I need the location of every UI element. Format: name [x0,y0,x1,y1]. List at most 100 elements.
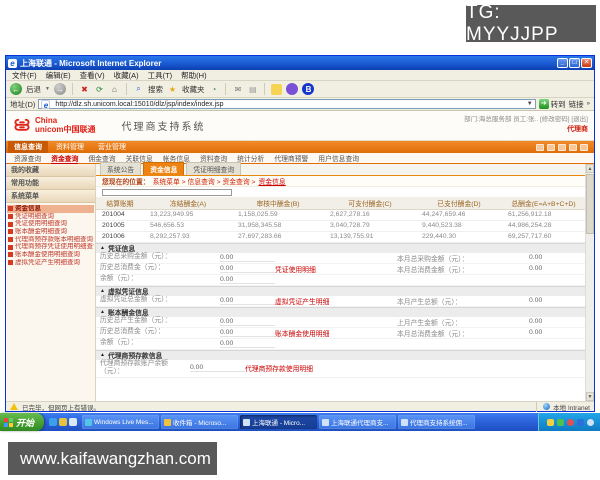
page-error-icon[interactable] [10,403,18,410]
search-label[interactable]: 搜索 [148,84,163,95]
scrollbar[interactable]: ▲ ▼ [585,164,594,401]
forward-icon[interactable]: → [54,83,66,95]
folder-icon[interactable] [271,84,282,95]
sidebar-item-label: 账本酬金使用明细查询 [15,251,80,259]
section-virtual-header[interactable]: ▲ 虚拟凭证信息 [96,286,585,296]
breadcrumb-current[interactable]: 资金信息 [259,176,286,186]
back-label[interactable]: 后退 [26,84,41,95]
virtual-voucher-detail-link[interactable]: 虚拟凭证产生明细 [275,296,397,306]
period-input[interactable] [102,189,232,196]
sidebar-item-ledger-usage[interactable]: 账本酬金使用明细查询 [7,251,94,259]
bluetooth-icon[interactable]: B [302,83,314,95]
nav-quick-icon-5[interactable] [580,144,588,151]
messenger-icon[interactable] [286,83,298,95]
scroll-down-icon[interactable]: ▼ [586,392,594,401]
nav-quick-icon-2[interactable] [547,144,555,151]
start-button[interactable]: 开始 [0,413,44,431]
scroll-thumb[interactable] [586,174,594,234]
nav-tab-business-mgmt[interactable]: 营业管理 [92,141,132,153]
menu-help[interactable]: 帮助(H) [181,70,206,81]
favorites-label[interactable]: 收藏夹 [182,84,205,95]
scroll-up-icon[interactable]: ▲ [586,164,594,173]
menu-file[interactable]: 文件(F) [12,70,37,81]
close-button[interactable]: ✕ [581,58,592,68]
cell: 201006 [96,231,144,242]
subnav-fund-query[interactable]: 资金查询 [51,153,78,164]
nav-quick-icon-4[interactable] [569,144,577,151]
back-icon[interactable]: ← [10,83,22,95]
title-bar[interactable]: e 上海联通 - Microsoft Internet Explorer _ □… [6,56,594,70]
subnav-resource-query[interactable]: 资源查询 [14,153,41,163]
table-row: 201004 13,223,949.95 1,158,025.59 2,627,… [96,209,585,220]
prepaid-usage-detail-link[interactable]: 代理商预存款使用明细 [245,363,581,373]
maximize-button[interactable]: □ [569,58,580,68]
sidebar-item-prepaid-ledger[interactable]: 代理商预存款账本明细查询 [7,236,94,244]
cell: 546,656.53 [144,220,232,231]
tab-fund-info[interactable]: 资金信息 [143,162,184,175]
menu-tools[interactable]: 工具(T) [148,70,173,81]
bullet-icon [8,252,13,257]
quicklaunch-desktop-icon[interactable] [69,418,77,426]
favorites-icon[interactable]: ★ [167,84,178,95]
menu-favorites[interactable]: 收藏(A) [114,70,139,81]
nav-tab-data-mgmt[interactable]: 资料管理 [50,141,90,153]
sidebar-item-voucher-detail[interactable]: 凭证明细查询 [7,213,94,221]
menu-edit[interactable]: 编辑(E) [46,70,71,81]
subnav-agent-warning[interactable]: 代理商预警 [274,153,308,163]
section-voucher-header[interactable]: ▲ 凭证信息 [96,243,585,253]
go-button[interactable]: ➜ 转到 [539,99,566,110]
taskbar-window-shanghai-unicom[interactable]: 上海联通 - Micro... [240,415,317,429]
field-value: 0.00 [529,254,581,261]
taskbar-window-inbox[interactable]: 收件箱 - Microso... [161,415,238,429]
minimize-button[interactable]: _ [557,58,568,68]
sidebar-item-voucher-usage[interactable]: 凭证使用明细查询 [7,220,94,228]
breadcrumb-path[interactable]: 系统菜单 > 信息查询 > 资金查询 > [153,176,256,186]
telegram-watermark: TG: MYYJJPP [466,5,596,42]
address-dropdown-icon[interactable]: ▼ [527,101,533,107]
nav-tab-info-query[interactable]: 信息查询 [8,141,48,153]
menu-view[interactable]: 查看(V) [80,70,105,81]
sidebar-section-favorites[interactable]: 我的收藏 [6,164,95,177]
tray-icon[interactable] [557,419,564,426]
role-label: 代理商 [464,125,588,136]
history-icon[interactable]: ◔ [208,84,219,95]
sidebar-item-prepaid-voucher[interactable]: 代理商预存凭证使用明细查询 [7,243,94,251]
section-ledger-header[interactable]: ▲ 账本酬金信息 [96,307,585,317]
refresh-icon[interactable]: ⟳ [94,84,105,95]
taskbar-window-agent-portal[interactable]: 上海联通代理商支... [319,415,396,429]
ledger-usage-detail-link[interactable]: 账本酬金使用明细 [275,328,397,338]
links-chevron-icon[interactable]: » [587,101,590,107]
tray-icon[interactable] [577,419,584,426]
sidebar-item-ledger-detail[interactable]: 账本酬金明细查询 [7,228,94,236]
sidebar-section-menu[interactable]: 系统菜单 [6,190,95,203]
section-prepaid-header[interactable]: ▲ 代理商预存款信息 [96,350,585,360]
mail-icon[interactable]: ✉ [232,84,243,95]
windows-flag-icon [4,418,13,427]
taskbar-window-live[interactable]: Windows Live Mes... [82,415,159,429]
sidebar-item-virtual-voucher[interactable]: 虚拟凭证产生明细查询 [7,259,94,267]
quicklaunch-ie-icon[interactable] [49,418,57,426]
search-icon[interactable]: ⌕ [133,84,144,95]
quicklaunch-mail-icon[interactable] [59,418,67,426]
tray-icon[interactable] [587,419,594,426]
nav-quick-icon-1[interactable] [536,144,544,151]
back-dropdown-icon[interactable]: ▼ [45,86,50,92]
stop-icon[interactable]: ✖ [79,84,90,95]
field-label: 本月总消费金额（元）： [397,328,529,338]
status-bar: 已完毕，但网页上有错误。 本地 Intranet [6,401,594,411]
subnav-statistics[interactable]: 统计分析 [237,153,264,163]
nav-quick-icon-3[interactable] [558,144,566,151]
home-icon[interactable]: ⌂ [109,84,120,95]
address-input[interactable]: e http://dlz.sh.unicom.local:15010/dlz/j… [38,99,535,109]
voucher-usage-detail-link[interactable]: 凭证使用明细 [275,264,397,274]
links-label[interactable]: 链接 [569,99,584,110]
taskbar-window-agent-system[interactable]: 代理商支持系统佣... [398,415,475,429]
tab-voucher-detail[interactable]: 凭证明细查询 [186,162,241,175]
tray-icon[interactable] [547,419,554,426]
tab-system-notice[interactable]: 系统公告 [100,162,141,175]
sidebar-item-fund-info[interactable]: 资金信息 [7,205,94,213]
tray-icon[interactable] [567,419,574,426]
print-icon[interactable]: ▤ [247,84,258,95]
sidebar-section-common[interactable]: 常用功能 [6,177,95,190]
subnav-user-info-query[interactable]: 用户信息查询 [318,153,359,163]
